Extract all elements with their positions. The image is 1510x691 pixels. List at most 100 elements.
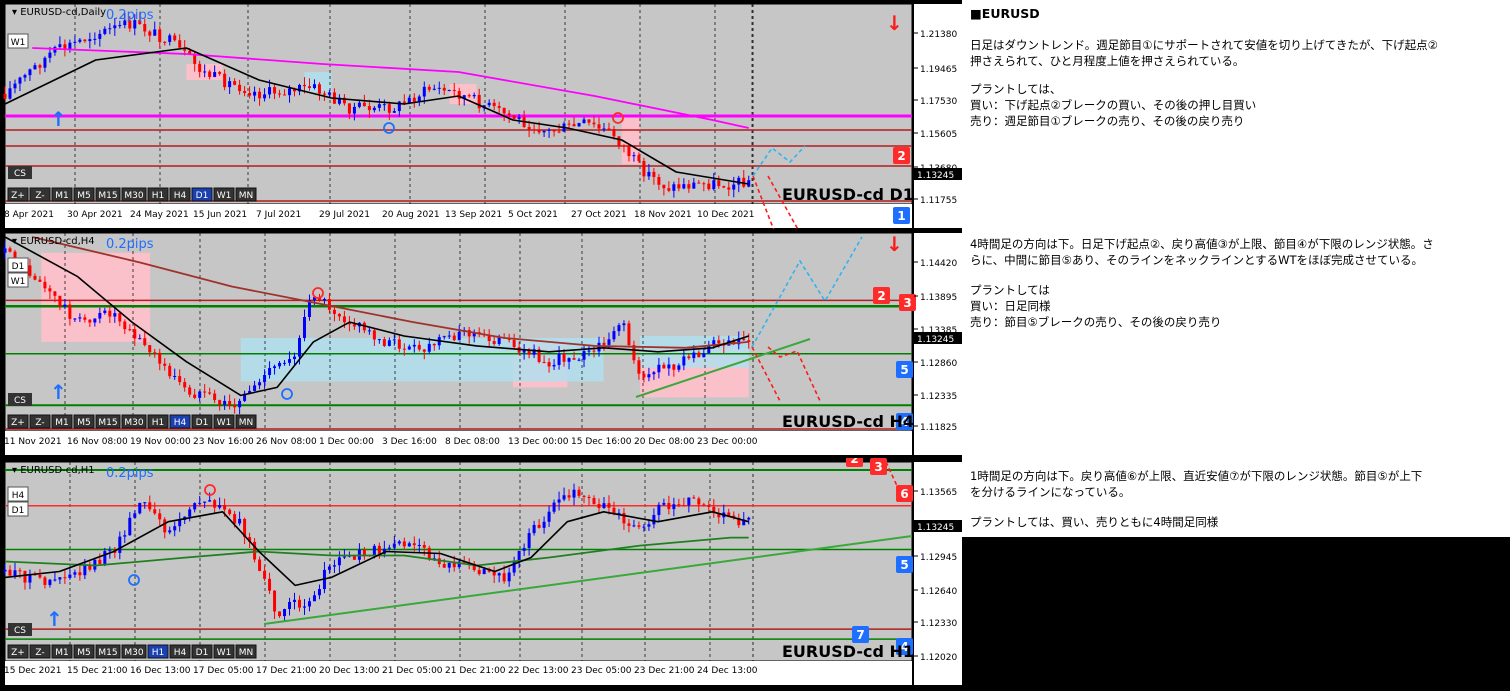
timeframe-label: M5	[77, 648, 91, 658]
candle-body	[18, 570, 22, 572]
candle-body	[527, 533, 531, 548]
candle-body	[472, 94, 476, 97]
candle-body	[557, 131, 561, 133]
time-tick-label: 17 Dec 21:00	[256, 666, 317, 676]
cs-label: CS	[14, 169, 26, 179]
candle-body	[228, 509, 232, 515]
candle-body	[397, 339, 401, 349]
timeframe-label: D1	[196, 191, 209, 201]
candle-body	[572, 489, 576, 498]
candle-body	[208, 392, 212, 394]
candle-body	[592, 350, 596, 352]
h4-plan-text: プラントしては 買い：日足同様 売り：節目⑤ブレークの売り、その後の戻り売り	[970, 283, 1222, 329]
candle-body	[298, 599, 302, 608]
candle-body	[492, 102, 496, 107]
timeframe-label: H1	[152, 418, 165, 428]
candle-body	[602, 342, 606, 345]
candle-body	[78, 572, 82, 576]
candle-body	[702, 504, 706, 506]
daily-chart-panel[interactable]: ↓ ↑ 2 1 ▾ EURUSD-cd,Daily 0.2pips W1 CS Z+ Z- M1 M5…	[0, 0, 962, 229]
candle-body	[617, 325, 621, 332]
timeframe-label: M30	[124, 418, 143, 428]
candle-body	[193, 54, 197, 64]
candle-body	[727, 512, 731, 516]
candle-body	[73, 572, 77, 575]
candle-body	[442, 564, 446, 568]
h1-chart[interactable]: ↑236574▾ EURUSD-cd,H1 0.2pipsH4D1CSZ+ Z- M1…	[0, 458, 962, 691]
candle-body	[397, 541, 401, 544]
candle-body	[597, 124, 601, 129]
h4-chart-panel[interactable]: ↓ ↑ 2 3 5 4 ▾ EURUSD-cd,H4 0.2pips D1 W1 CS Z+ Z- M1 M…	[0, 229, 962, 458]
candle-body	[3, 569, 7, 572]
analysis-notes: ■EURUSD 日足はダウントレンド。週足節目①にサポートされて安値を切り上げて…	[962, 0, 1510, 537]
price-tick-label: 1.12945	[920, 553, 957, 563]
candle-body	[233, 514, 237, 524]
candle-body	[517, 117, 521, 119]
cs-label: CS	[14, 626, 26, 636]
time-tick-label: 13 Sep 2021	[445, 210, 502, 220]
candle-body	[617, 136, 621, 146]
candle-body	[283, 609, 287, 617]
timeframe-label: D1	[196, 648, 209, 658]
h4-chart[interactable]: ↓↑2 354▾ EURUSD-cd,H4 0.2pipsD1W1CSZ+ Z- M1 M…	[0, 229, 962, 458]
candle-body	[13, 83, 17, 89]
candle-body	[322, 298, 326, 301]
candle-body	[532, 129, 536, 131]
candle-body	[337, 557, 341, 566]
time-tick-label: 7 Jul 2021	[256, 210, 301, 220]
candle-body	[58, 295, 62, 307]
timeframe-label: D1	[196, 418, 209, 428]
candle-body	[667, 502, 671, 510]
symbol-watermark: EURUSD-cd D1	[782, 185, 914, 204]
candle-body	[268, 368, 272, 375]
price-tick-label: 1.12640	[920, 587, 957, 597]
candle-body	[552, 502, 556, 512]
candle-body	[342, 556, 346, 558]
candle-body	[88, 39, 92, 42]
candle-body	[163, 41, 167, 43]
candle-body	[3, 94, 7, 99]
timeframe-label: MN	[239, 648, 254, 658]
candle-body	[38, 65, 42, 68]
candle-body	[627, 523, 631, 526]
candle-body	[213, 393, 217, 401]
candle-body	[692, 352, 696, 359]
candle-body	[278, 362, 282, 367]
candle-body	[253, 385, 257, 391]
timeframe-label: H4	[174, 191, 187, 201]
candle-body	[367, 330, 371, 332]
daily-chart[interactable]: ↓ ↑ 2 1 ▾ EURUSD-cd,Daily 0.2pips W1 CS Z+ Z- M1 M5…	[0, 0, 962, 229]
candle-body	[402, 541, 406, 547]
timeframe-label: M15	[98, 191, 117, 201]
timeframe-label: M30	[124, 648, 143, 658]
level-badge-number: 5	[900, 558, 908, 572]
price-tick-label: 1.15605	[920, 130, 957, 140]
candle-body	[437, 87, 441, 89]
candle-body	[372, 330, 376, 340]
candle-body	[63, 577, 67, 579]
candle-body	[307, 601, 311, 607]
candle-body	[327, 566, 331, 570]
candle-body	[657, 504, 661, 515]
candle-body	[118, 25, 122, 27]
candle-body	[577, 123, 581, 127]
candle-body	[307, 86, 311, 89]
candle-body	[392, 339, 396, 341]
timeframe-label: H4	[174, 418, 187, 428]
candle-body	[662, 184, 666, 189]
level-badge-number: 6	[900, 487, 908, 501]
candle-body	[707, 183, 711, 190]
candle-body	[193, 394, 197, 398]
candle-body	[68, 42, 72, 50]
candle-body	[98, 559, 102, 564]
time-tick-label: 17 Dec 05:00	[193, 666, 254, 676]
candle-body	[587, 119, 591, 123]
candle-body	[457, 331, 461, 341]
candle-body	[113, 313, 117, 317]
candle-body	[128, 329, 132, 331]
candle-body	[278, 93, 282, 95]
candle-body	[687, 356, 691, 359]
h1-chart-panel[interactable]: ↑ 2 3 6 5 7 4 ▾ EURUSD-cd,H1 0.2pips H4 D1 CS Z+ Z- M1…	[0, 458, 962, 691]
candle-body	[577, 359, 581, 361]
time-tick-label: 15 Dec 2021	[4, 666, 62, 676]
